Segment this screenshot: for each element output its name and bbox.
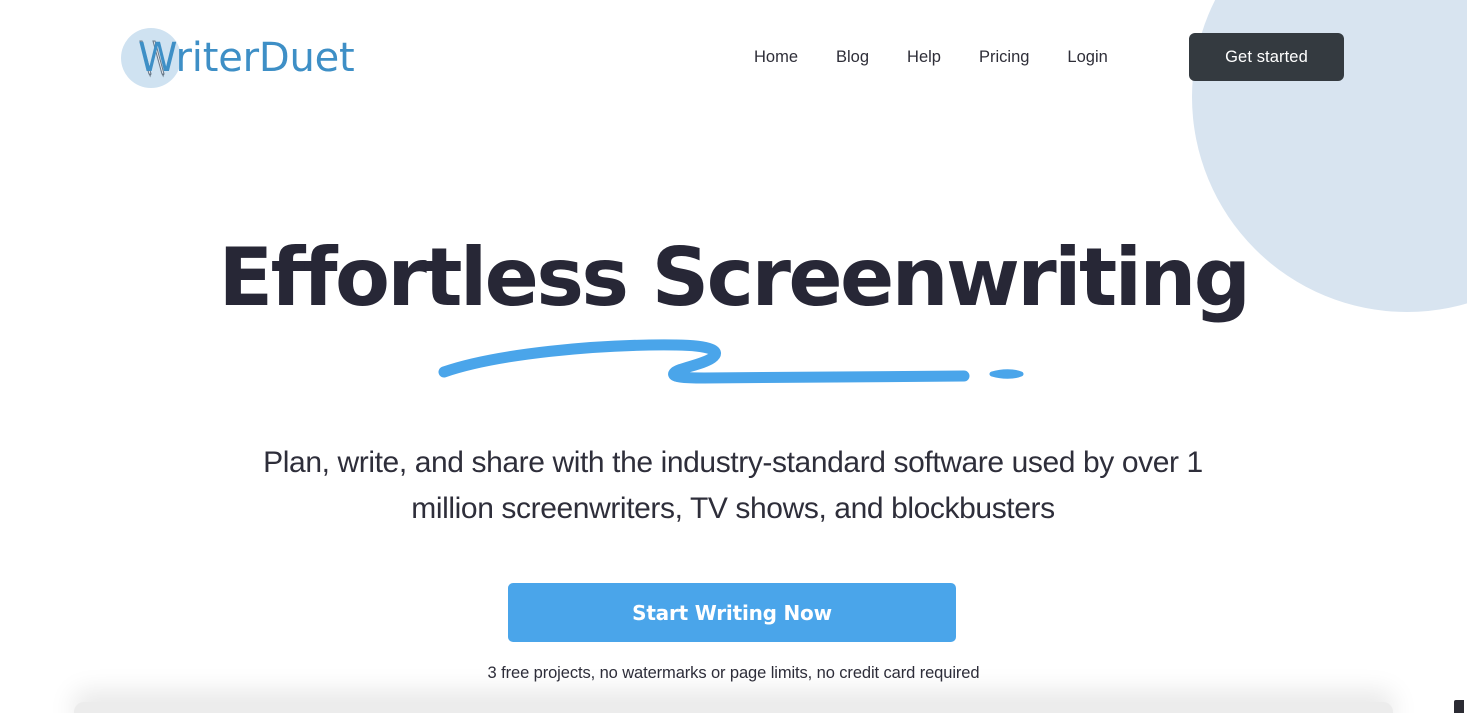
hero-free-tier-note: 3 free projects, no watermarks or page l… bbox=[487, 664, 980, 682]
hand-drawn-swoosh-underline-icon bbox=[436, 336, 1036, 388]
corner-widget-icon[interactable] bbox=[1454, 700, 1464, 713]
hero-subtitle-line-1: Plan, write, and share with the industry… bbox=[263, 446, 1203, 479]
nav-link-help[interactable]: Help bbox=[888, 42, 960, 74]
brand-logo[interactable]: WriterDuet bbox=[120, 22, 355, 94]
primary-navigation: Home Blog Help Pricing Login bbox=[735, 42, 1127, 74]
hero-subtitle: Plan, write, and share with the industry… bbox=[233, 440, 1233, 532]
nav-link-login[interactable]: Login bbox=[1048, 42, 1126, 74]
landing-page: WriterDuet Home Blog Help Pricing Login … bbox=[0, 0, 1467, 713]
start-writing-now-button[interactable]: Start Writing Now bbox=[508, 583, 956, 642]
get-started-button[interactable]: Get started bbox=[1189, 33, 1344, 81]
content-preview-panel bbox=[74, 702, 1393, 713]
site-header: WriterDuet Home Blog Help Pricing Login … bbox=[0, 0, 1467, 114]
nav-link-pricing[interactable]: Pricing bbox=[960, 42, 1048, 74]
nav-link-blog[interactable]: Blog bbox=[817, 42, 888, 74]
brand-wordmark: WriterDuet bbox=[138, 35, 355, 81]
nav-link-home[interactable]: Home bbox=[735, 42, 817, 74]
hero-subtitle-line-2: million screenwriters, TV shows, and blo… bbox=[411, 492, 1055, 525]
hero-title: Effortless Screenwriting bbox=[218, 231, 1252, 324]
